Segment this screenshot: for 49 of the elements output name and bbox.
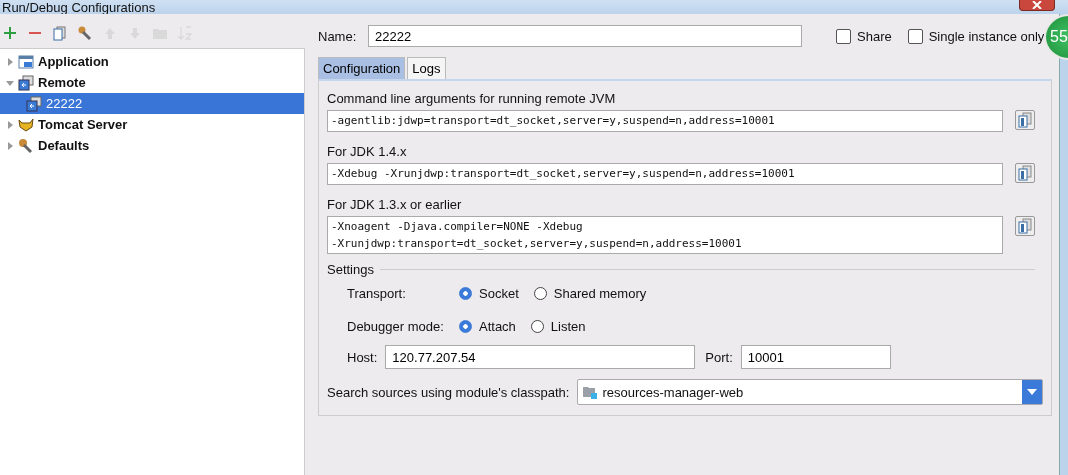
settings-heading: Settings — [327, 262, 374, 277]
window-icon — [18, 74, 34, 91]
tree-row[interactable]: Tomcat Server — [0, 114, 304, 135]
cat-icon — [18, 116, 34, 133]
port-field[interactable]: 10001 — [740, 345, 891, 369]
name-label: Name: — [318, 28, 358, 44]
field-label: For JDK 1.4.x — [327, 144, 408, 159]
arguments-field[interactable]: -Xdebug -Xrunjdwp:transport=dt_socket,server=y,suspend=n,address=10001 — [327, 163, 1003, 185]
expanded-arrow-icon[interactable] — [6, 78, 14, 87]
radio-option[interactable]: Attach — [459, 319, 516, 334]
window-icon — [18, 53, 34, 70]
tab[interactable]: Logs — [407, 57, 446, 79]
percentage-badge: 55 — [1044, 14, 1068, 60]
copy-icon[interactable] — [1015, 216, 1035, 236]
radio-option[interactable]: Shared memory — [533, 286, 647, 301]
host-field[interactable]: 120.77.207.54 — [385, 345, 696, 369]
host-label: Host: — [347, 349, 378, 365]
window-title: Run/Debug Configurations — [1, 1, 156, 14]
close-icon[interactable] — [1031, 1, 1043, 9]
collapsed-arrow-icon[interactable] — [6, 120, 14, 129]
tree-row[interactable]: Remote — [0, 72, 304, 93]
wrench-icon — [18, 137, 34, 154]
collapsed-arrow-icon[interactable] — [6, 141, 14, 150]
option-checkbox[interactable]: Share — [836, 28, 892, 44]
radio-group-label: Transport: — [347, 286, 407, 301]
tree-row[interactable]: 22222 — [0, 93, 304, 114]
radio-option[interactable]: Socket — [459, 286, 519, 301]
module-label: Search sources using module's classpath: — [327, 384, 570, 400]
copy-icon[interactable] — [1015, 163, 1035, 183]
dropdown-arrow-icon[interactable] — [1027, 389, 1037, 395]
copy-icon[interactable] — [1015, 110, 1035, 130]
field-label: For JDK 1.3.x or earlier — [327, 197, 463, 212]
name-field[interactable]: 22222 — [368, 25, 802, 47]
port-label: Port: — [705, 349, 733, 365]
collapsed-arrow-icon[interactable] — [6, 57, 14, 66]
radio-option[interactable]: Listen — [530, 319, 586, 334]
module-dropdown[interactable]: resources-manager-web — [577, 379, 1043, 405]
copy-icon[interactable] — [50, 24, 69, 42]
close-button[interactable] — [1019, 0, 1055, 11]
window-icon — [26, 95, 42, 112]
radio-group-label: Debugger mode: — [347, 319, 445, 334]
arguments-field[interactable]: -agentlib:jdwp=transport=dt_socket,server=y,suspend=n,address=10001 — [327, 110, 1003, 132]
option-checkbox[interactable]: Single instance only — [907, 28, 1045, 44]
tree-row[interactable]: Application — [0, 51, 304, 72]
folder-icon — [582, 385, 599, 399]
tree-row[interactable]: Defaults — [0, 135, 304, 156]
arguments-field[interactable]: -Xnoagent -Djava.compiler=NONE -Xdebug -Xrunjdwp:transport=dt_socket,server=y,suspend=n,address=10001 — [327, 216, 1003, 254]
tab[interactable]: Configuration — [318, 57, 406, 79]
field-label: Command line arguments for running remote JVM — [327, 91, 617, 106]
